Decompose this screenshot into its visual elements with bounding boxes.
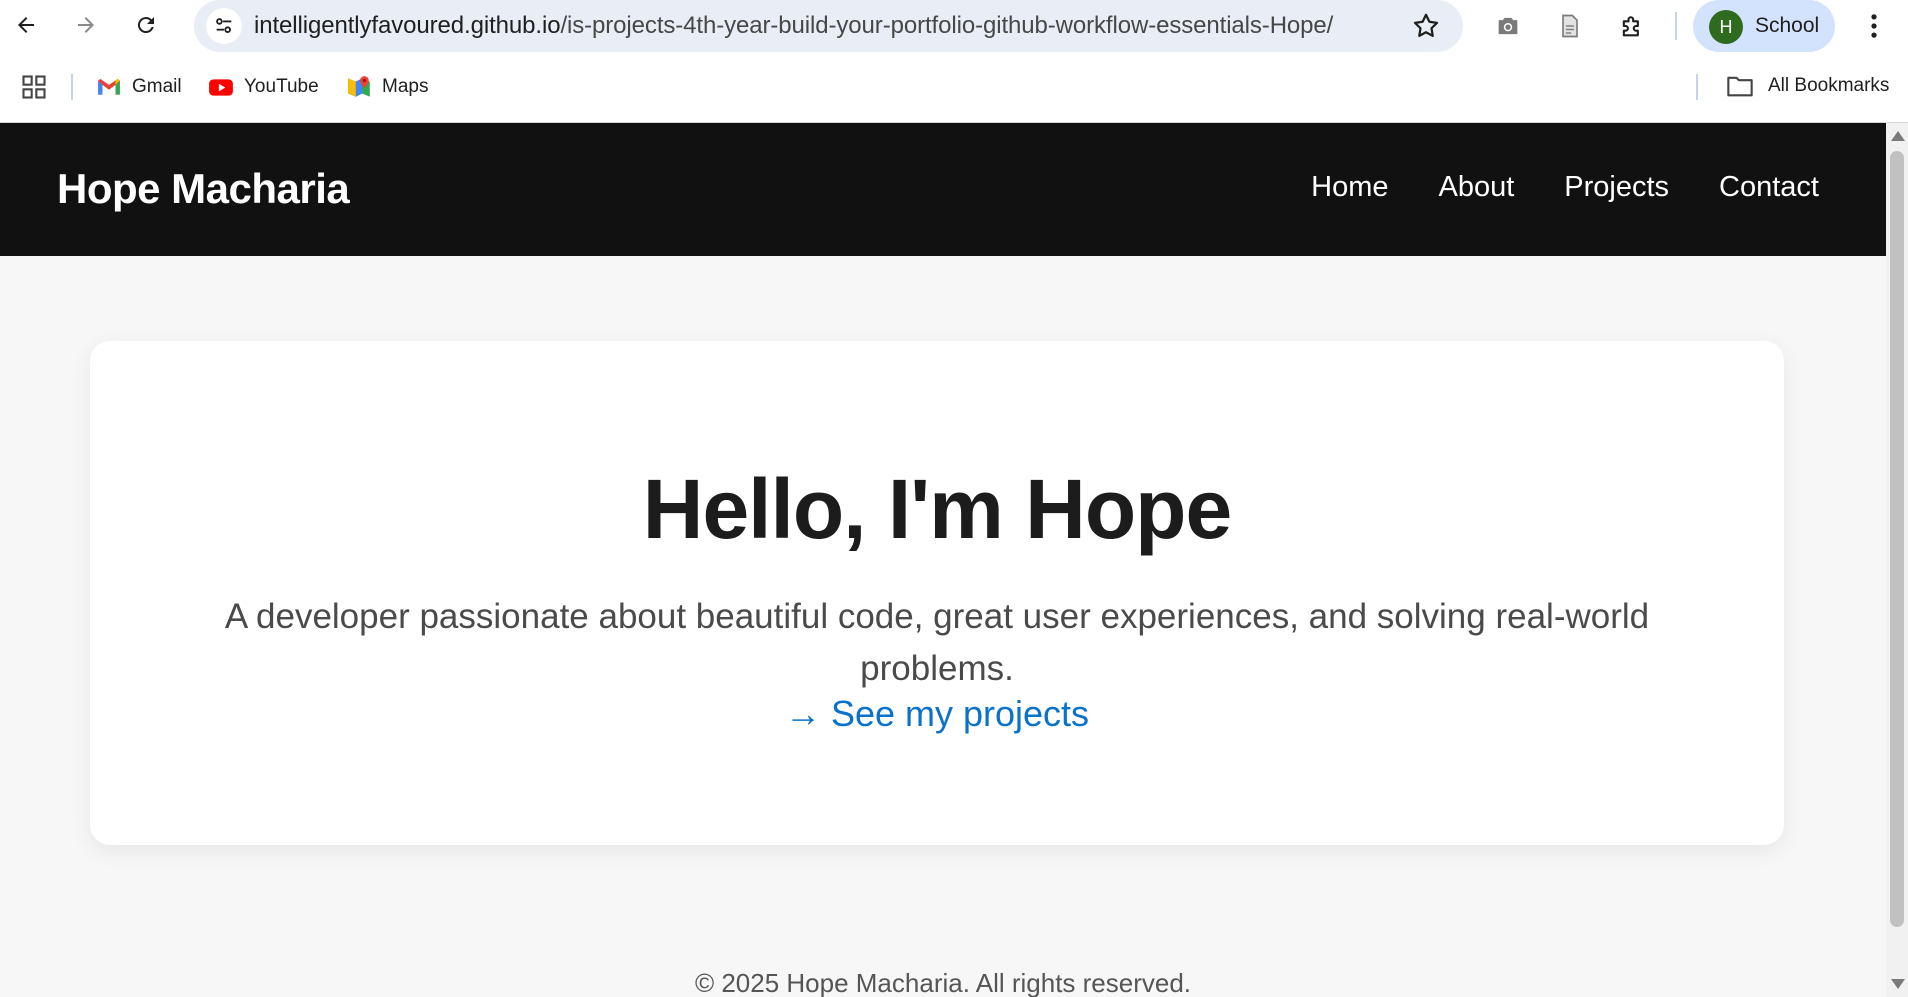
screenshot-button[interactable] — [1492, 10, 1524, 42]
maps-icon — [346, 74, 372, 100]
bookmark-label: Gmail — [132, 76, 182, 97]
reload-button[interactable] — [128, 8, 164, 42]
profile-name: School — [1755, 14, 1820, 37]
scroll-up-arrow-icon[interactable] — [1891, 131, 1905, 141]
bookmark-youtube[interactable]: YouTube — [208, 72, 319, 102]
url-text[interactable]: intelligentlyfavoured.github.io/is-proje… — [254, 12, 1333, 40]
url-host: intelligentlyfavoured.github.io — [254, 12, 561, 39]
browser-chrome: intelligentlyfavoured.github.io/is-proje… — [0, 0, 1908, 123]
site-header: Hope Macharia Home About Projects Contac… — [0, 123, 1886, 256]
all-bookmarks-label: All Bookmarks — [1768, 75, 1890, 96]
see-projects-link[interactable]: → See my projects — [90, 693, 1784, 735]
web-page: Hope Macharia Home About Projects Contac… — [0, 123, 1886, 997]
gmail-icon — [96, 74, 122, 100]
document-icon — [1562, 14, 1578, 38]
bookmarks-divider — [71, 74, 73, 100]
address-bar[interactable]: intelligentlyfavoured.github.io/is-proje… — [194, 0, 1463, 52]
url-path: /is-projects-4th-year-build-your-portfol… — [560, 12, 1334, 39]
site-info-button[interactable] — [206, 8, 242, 44]
hero-card: Hello, I'm Hope A developer passionate a… — [90, 341, 1784, 845]
bookmark-star-icon[interactable] — [1411, 11, 1441, 41]
all-bookmarks-button[interactable]: All Bookmarks — [1726, 72, 1889, 100]
extensions-button[interactable] — [1616, 10, 1648, 42]
toolbar-divider — [1675, 12, 1677, 40]
footer-copyright: © 2025 Hope Macharia. All rights reserve… — [694, 968, 1192, 997]
page-scrollbar[interactable] — [1886, 123, 1908, 997]
scroll-down-arrow-icon[interactable] — [1891, 979, 1905, 989]
browser-toolbar: intelligentlyfavoured.github.io/is-proje… — [0, 0, 1908, 52]
bookmark-maps[interactable]: Maps — [346, 72, 428, 102]
reading-mode-button[interactable] — [1554, 10, 1586, 42]
folder-icon — [1727, 76, 1753, 97]
nav-link-contact[interactable]: Contact — [1719, 171, 1819, 204]
bookmarks-divider — [1696, 74, 1698, 100]
scrollbar-thumb[interactable] — [1890, 151, 1904, 927]
bookmarks-bar: Gmail YouTube Maps All Bookmarks — [0, 64, 1908, 110]
tune-icon — [216, 18, 232, 33]
avatar: H — [1709, 10, 1743, 44]
forward-arrow-icon — [78, 17, 94, 33]
back-arrow-icon — [18, 17, 34, 33]
bookmark-label: YouTube — [244, 76, 319, 97]
nav-link-about[interactable]: About — [1438, 171, 1514, 204]
bookmark-gmail[interactable]: Gmail — [96, 72, 182, 102]
hero-subtitle: A developer passionate about beautiful c… — [224, 597, 1650, 688]
hero-title: Hello, I'm Hope — [642, 462, 1232, 556]
site-nav: Home About Projects Contact — [1311, 171, 1819, 204]
more-menu-icon[interactable] — [1860, 10, 1888, 42]
reload-icon — [137, 17, 154, 34]
bookmark-label: Maps — [382, 76, 429, 97]
profile-button[interactable]: H School — [1693, 0, 1835, 52]
puzzle-icon — [1622, 16, 1639, 37]
forward-button[interactable] — [68, 8, 104, 42]
apps-grid-icon[interactable] — [20, 73, 48, 101]
nav-link-home[interactable]: Home — [1311, 171, 1388, 204]
youtube-icon — [208, 74, 234, 100]
back-button[interactable] — [8, 8, 44, 42]
camera-icon — [1498, 17, 1518, 35]
nav-link-projects[interactable]: Projects — [1564, 171, 1669, 204]
site-brand[interactable]: Hope Macharia — [57, 165, 350, 213]
